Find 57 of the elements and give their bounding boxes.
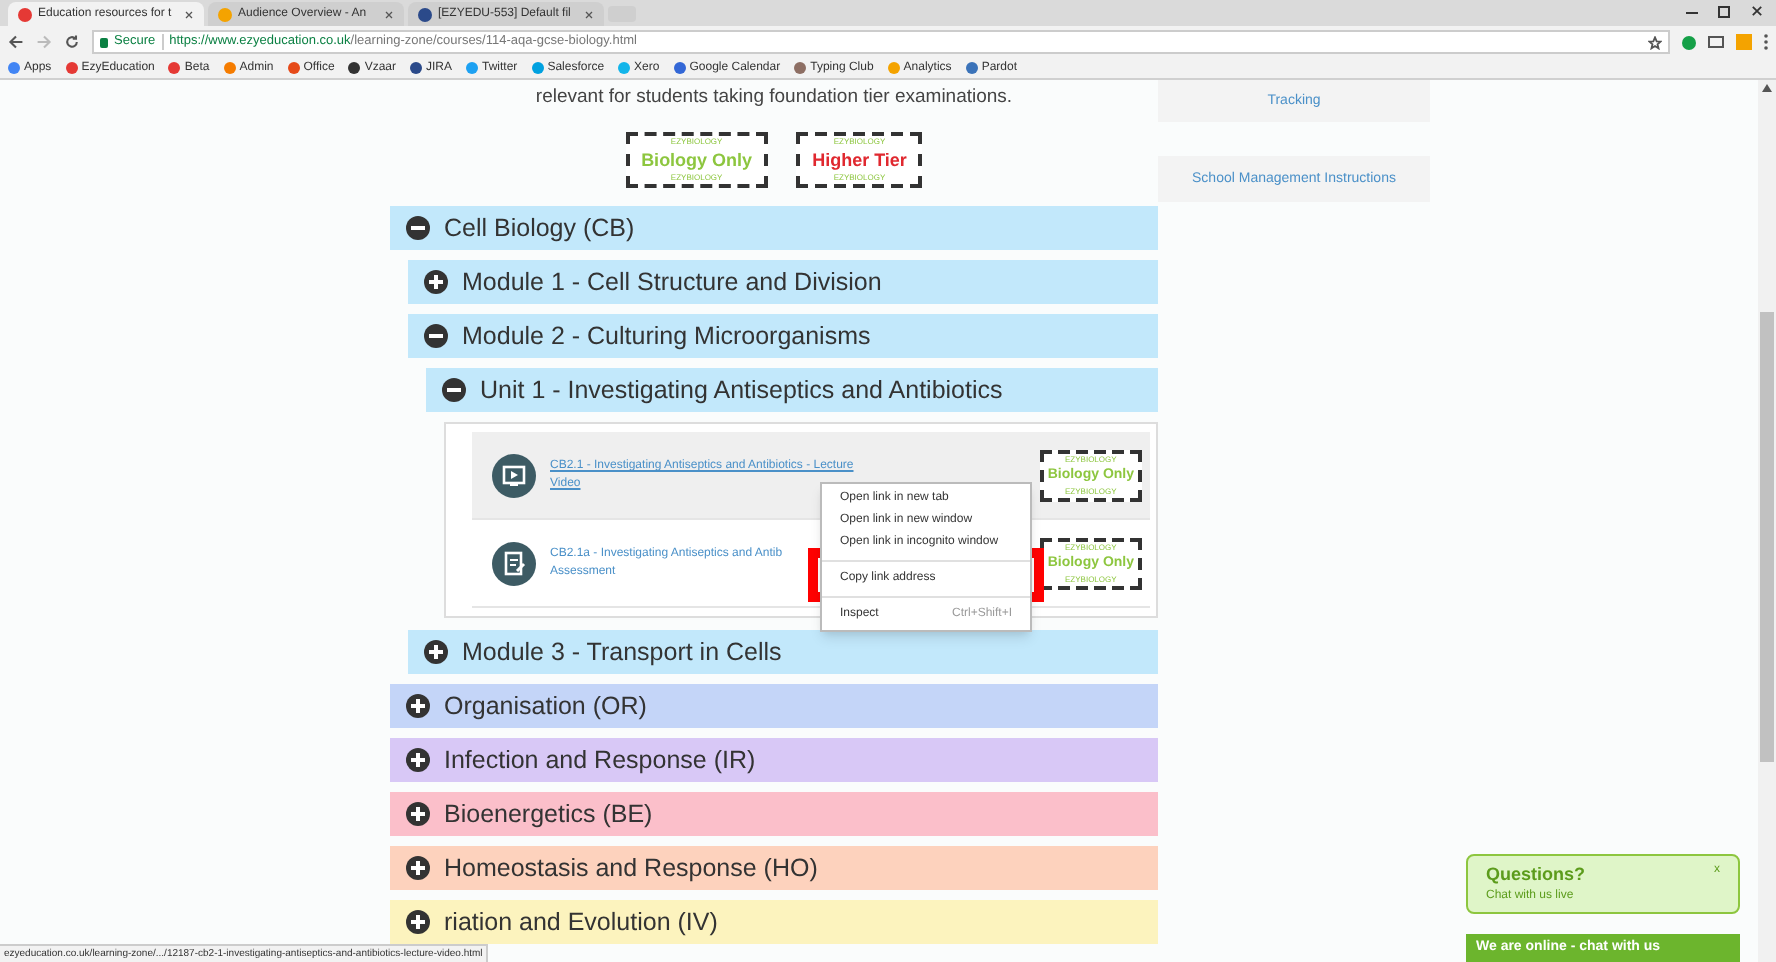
accordion-header[interactable]: riation and Evolution (IV) — [390, 900, 1158, 945]
bookmark-icon — [887, 62, 900, 74]
bookmark-icon — [8, 62, 20, 74]
section-title: Unit 1 - Investigating Antiseptics and Antibiotics — [480, 373, 1003, 408]
close-icon[interactable] — [384, 9, 394, 19]
bookmark-icon — [531, 62, 544, 74]
section-title: Bioenergetics (BE) — [444, 797, 653, 832]
star-icon[interactable] — [1648, 35, 1662, 49]
section-title: Organisation (OR) — [444, 689, 647, 724]
bookmark-icon — [65, 62, 78, 74]
badge-label: Higher Tier — [812, 148, 907, 173]
bookmark-icon — [618, 62, 631, 74]
bookmark-icon — [410, 62, 422, 74]
chat-title: Questions? — [1486, 861, 1586, 888]
accordion-header[interactable]: Homeostasis and Response (HO) — [390, 846, 1158, 891]
video-screen-icon — [492, 453, 536, 498]
close-icon[interactable] — [584, 9, 594, 19]
document-icon — [492, 541, 536, 586]
close-icon[interactable] — [1750, 4, 1764, 18]
extension-icon[interactable] — [1682, 35, 1696, 49]
scrollbar[interactable] — [1758, 80, 1776, 962]
reload-icon[interactable] — [64, 34, 80, 50]
accordion-header[interactable]: Module 2 - Culturing Microorganisms — [408, 314, 1158, 359]
bookmark-icon — [348, 62, 361, 74]
section-title: Homeostasis and Response (HO) — [444, 851, 818, 886]
accordion-header[interactable]: Infection and Response (IR) — [390, 738, 1158, 783]
favicon-icon — [418, 7, 432, 21]
lock-icon — [100, 37, 108, 47]
accordion-header[interactable]: Bioenergetics (BE) — [390, 792, 1158, 837]
favicon-icon — [218, 7, 232, 21]
accordion-header[interactable]: Organisation (OR) — [390, 684, 1158, 729]
badge-label: Biology Only — [641, 148, 753, 173]
bookmark-icon — [965, 62, 978, 74]
section-title: Module 3 - Transport in Cells — [462, 635, 782, 670]
bookmark-icon — [673, 62, 686, 74]
section-title: Cell Biology (CB) — [444, 211, 635, 246]
back-arrow-icon[interactable] — [8, 34, 24, 50]
section-title: Module 1 - Cell Structure and Division — [462, 265, 882, 300]
bookmark-icon — [168, 62, 181, 74]
section-title: Infection and Response (IR) — [444, 743, 756, 778]
cast-icon[interactable] — [1708, 36, 1724, 48]
intro-text: relevant for students taking foundation tier examinations. — [533, 84, 1015, 112]
accordion-header[interactable]: Module 1 - Cell Structure and Division — [408, 260, 1158, 305]
bookmark-icon — [287, 62, 300, 74]
scrollbar-thumb[interactable] — [1760, 312, 1774, 762]
section-title: riation and Evolution (IV) — [444, 905, 718, 940]
scroll-up-icon[interactable] — [1762, 84, 1772, 92]
restore-icon[interactable] — [1718, 6, 1730, 18]
favicon-icon — [18, 7, 32, 21]
accordion-header[interactable]: Module 3 - Transport in Cells — [408, 630, 1158, 675]
accordion-header[interactable]: Cell Biology (CB) — [390, 206, 1158, 251]
bookmark-icon — [223, 62, 236, 74]
accordion-header[interactable]: Unit 1 - Investigating Antiseptics and Antibiotics — [426, 368, 1158, 413]
section-title: Module 2 - Culturing Microorganisms — [462, 319, 871, 354]
bookmark-icon — [794, 62, 807, 74]
close-icon[interactable] — [184, 9, 194, 19]
bookmark-icon — [466, 62, 479, 74]
